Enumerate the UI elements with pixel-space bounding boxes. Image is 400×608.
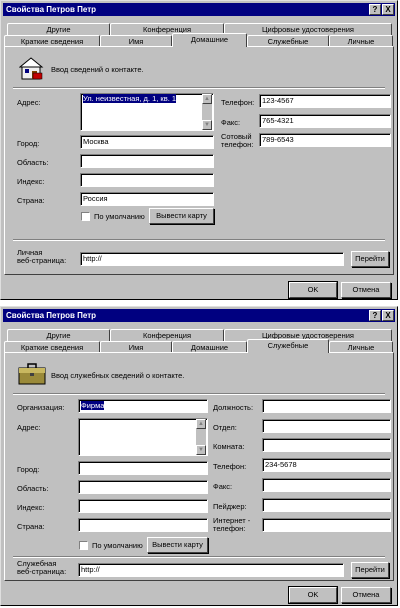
- tab-business[interactable]: Служебные: [247, 339, 329, 353]
- separator: [13, 393, 385, 395]
- organization-label: Организация:: [17, 403, 65, 412]
- address-value: Ул. неизвестная, д. 1, кв. 1: [83, 94, 177, 103]
- window-title: Свойства Петров Петр: [6, 5, 97, 14]
- show-map-button[interactable]: Вывести карту: [149, 208, 214, 224]
- scroll-down-arrow-icon[interactable]: ▼: [196, 445, 206, 455]
- go-button[interactable]: Перейти: [351, 562, 389, 578]
- ip-phone-label-line2: телефон:: [213, 524, 246, 533]
- position-field[interactable]: [262, 399, 391, 413]
- phone-field[interactable]: 123-4567: [259, 94, 391, 108]
- address-field[interactable]: [78, 418, 208, 456]
- title-bar: Свойства Петров Петр ? X: [3, 309, 395, 322]
- phone-label: Телефон:: [221, 98, 255, 107]
- ip-phone-field[interactable]: [262, 518, 391, 532]
- help-button[interactable]: ?: [369, 310, 381, 321]
- ok-button[interactable]: OK: [288, 281, 338, 299]
- tab-other[interactable]: Другие: [7, 329, 110, 341]
- contact-properties-dialog-business: Свойства Петров Петр ? X Другие Конферен…: [0, 306, 398, 606]
- phone-label: Телефон:: [213, 462, 247, 471]
- address-scrollbar[interactable]: ▲ ▼: [196, 419, 206, 455]
- scroll-down-arrow-icon[interactable]: ▼: [202, 120, 212, 130]
- room-field[interactable]: [262, 438, 391, 452]
- tab-other[interactable]: Другие: [7, 23, 110, 35]
- web-label-line2: веб-страница:: [17, 256, 67, 265]
- city-label: Город:: [17, 139, 40, 148]
- region-field[interactable]: [80, 154, 214, 168]
- country-label: Страна:: [17, 196, 45, 205]
- fax-field[interactable]: 765-4321: [259, 114, 391, 128]
- country-field[interactable]: [78, 518, 208, 532]
- default-checkbox[interactable]: [79, 541, 88, 550]
- window-title: Свойства Петров Петр: [6, 311, 97, 320]
- department-field[interactable]: [262, 419, 391, 433]
- organization-field[interactable]: Фирма: [78, 399, 208, 413]
- zip-label: Индекс:: [17, 503, 45, 512]
- separator: [13, 239, 385, 241]
- fax-label: Факс:: [221, 118, 241, 127]
- country-field[interactable]: Россия: [80, 192, 214, 206]
- address-label: Адрес:: [17, 98, 41, 107]
- close-button[interactable]: X: [382, 310, 394, 321]
- mobile-label-line2: телефон:: [221, 140, 254, 149]
- briefcase-icon: [18, 363, 46, 385]
- pager-field[interactable]: [262, 498, 391, 512]
- title-bar: Свойства Петров Петр ? X: [3, 3, 395, 16]
- pager-label: Пейджер:: [213, 502, 247, 511]
- caption: Ввод сведений о контакте.: [51, 65, 144, 74]
- tab-home[interactable]: Домашние: [172, 33, 247, 47]
- zip-label: Индекс:: [17, 177, 45, 186]
- address-label: Адрес:: [17, 423, 41, 432]
- cancel-button[interactable]: Отмена: [341, 587, 391, 603]
- default-label: По умолчанию: [92, 541, 143, 550]
- cancel-button[interactable]: Отмена: [341, 282, 391, 298]
- city-field[interactable]: Москва: [80, 135, 214, 149]
- contact-properties-dialog-home: Свойства Петров Петр ? X Другие Конферен…: [0, 0, 398, 300]
- web-label-line2: веб-страница:: [17, 567, 67, 576]
- city-field[interactable]: [78, 461, 208, 475]
- fax-field[interactable]: [262, 478, 391, 492]
- mobile-field[interactable]: 789-6543: [259, 133, 391, 147]
- caption: Ввод служебных сведений о контакте.: [51, 371, 185, 380]
- default-checkbox[interactable]: [81, 212, 90, 221]
- tab-conference[interactable]: Конференция: [110, 329, 224, 341]
- default-label: По умолчанию: [94, 212, 145, 221]
- web-page-field[interactable]: http://: [78, 563, 344, 577]
- tab-digital-ids[interactable]: Цифровые удостоверения: [224, 23, 392, 35]
- house-icon: [19, 57, 44, 80]
- tab-panel: Ввод служебных сведений о контакте. Орга…: [4, 352, 394, 581]
- region-field[interactable]: [78, 480, 208, 494]
- room-label: Комната:: [213, 442, 245, 451]
- separator: [13, 556, 385, 558]
- region-label: Область:: [17, 158, 49, 167]
- department-label: Отдел:: [213, 423, 237, 432]
- close-button[interactable]: X: [382, 4, 394, 15]
- address-scrollbar[interactable]: ▲ ▼: [202, 94, 212, 130]
- zip-field[interactable]: [80, 173, 214, 187]
- city-label: Город:: [17, 465, 40, 474]
- scroll-up-arrow-icon[interactable]: ▲: [202, 94, 212, 104]
- country-label: Страна:: [17, 522, 45, 531]
- organization-value: Фирма: [81, 401, 105, 410]
- address-field[interactable]: Ул. неизвестная, д. 1, кв. 1: [80, 93, 214, 131]
- help-button[interactable]: ?: [369, 4, 381, 15]
- go-button[interactable]: Перейти: [351, 251, 389, 267]
- zip-field[interactable]: [78, 499, 208, 513]
- web-page-field[interactable]: http://: [80, 252, 344, 266]
- show-map-button[interactable]: Вывести карту: [147, 537, 208, 553]
- fax-label: Факс:: [213, 482, 233, 491]
- position-label: Должность:: [213, 403, 254, 412]
- phone-field[interactable]: 234-5678: [262, 458, 391, 472]
- region-label: Область:: [17, 484, 49, 493]
- tab-panel: Ввод сведений о контакте. Адрес: Ул. неи…: [4, 46, 394, 275]
- ok-button[interactable]: OK: [288, 586, 338, 604]
- separator: [13, 87, 385, 89]
- scroll-up-arrow-icon[interactable]: ▲: [196, 419, 206, 429]
